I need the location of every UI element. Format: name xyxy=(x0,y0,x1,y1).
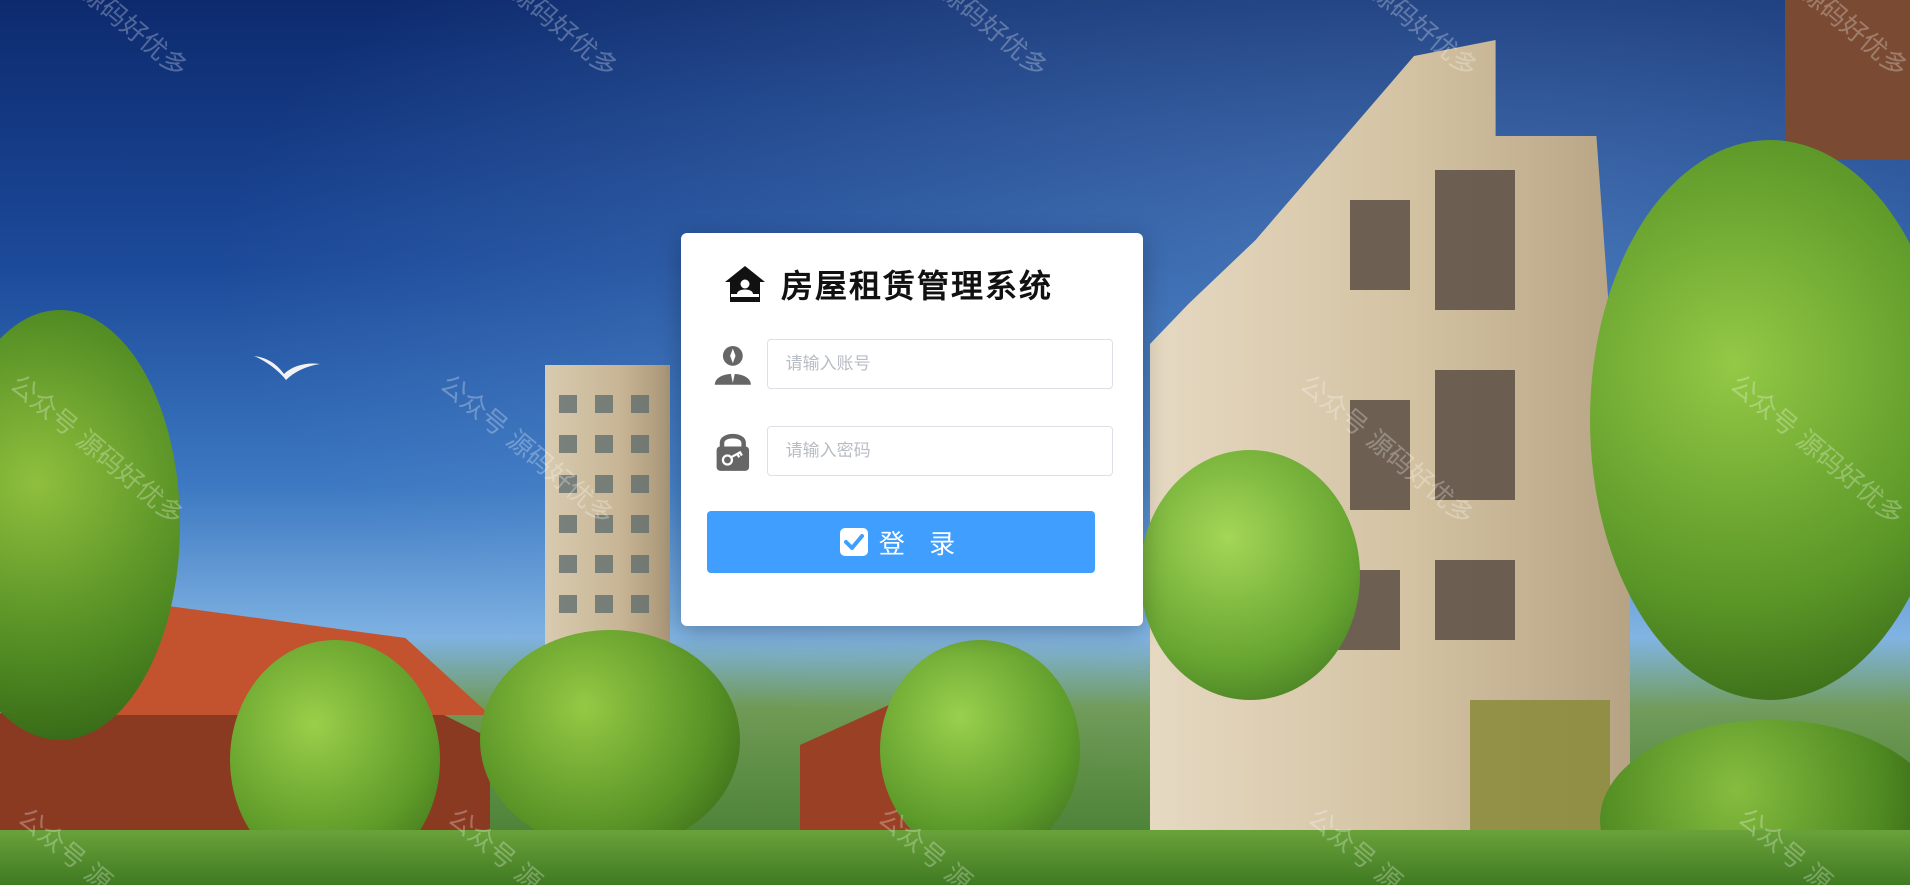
tree xyxy=(480,630,740,850)
tree xyxy=(880,640,1080,860)
checkbox-check-icon xyxy=(839,528,868,556)
card-header: 房屋租赁管理系统 xyxy=(723,261,1053,307)
tree xyxy=(1140,450,1360,700)
password-row xyxy=(713,425,1113,477)
lawn xyxy=(0,830,1910,885)
username-input[interactable] xyxy=(766,339,1113,389)
far-building xyxy=(1785,0,1910,160)
login-button-label: 登 录 xyxy=(878,529,964,560)
bird-icon xyxy=(254,356,320,380)
login-button[interactable]: 登 录 xyxy=(707,511,1095,573)
house-icon xyxy=(725,266,765,302)
lock-key-icon xyxy=(716,433,750,471)
username-row xyxy=(713,338,1113,390)
user-avatar-icon xyxy=(714,345,751,385)
password-input[interactable] xyxy=(766,426,1113,476)
app-title: 房屋租赁管理系统 xyxy=(781,267,1054,305)
